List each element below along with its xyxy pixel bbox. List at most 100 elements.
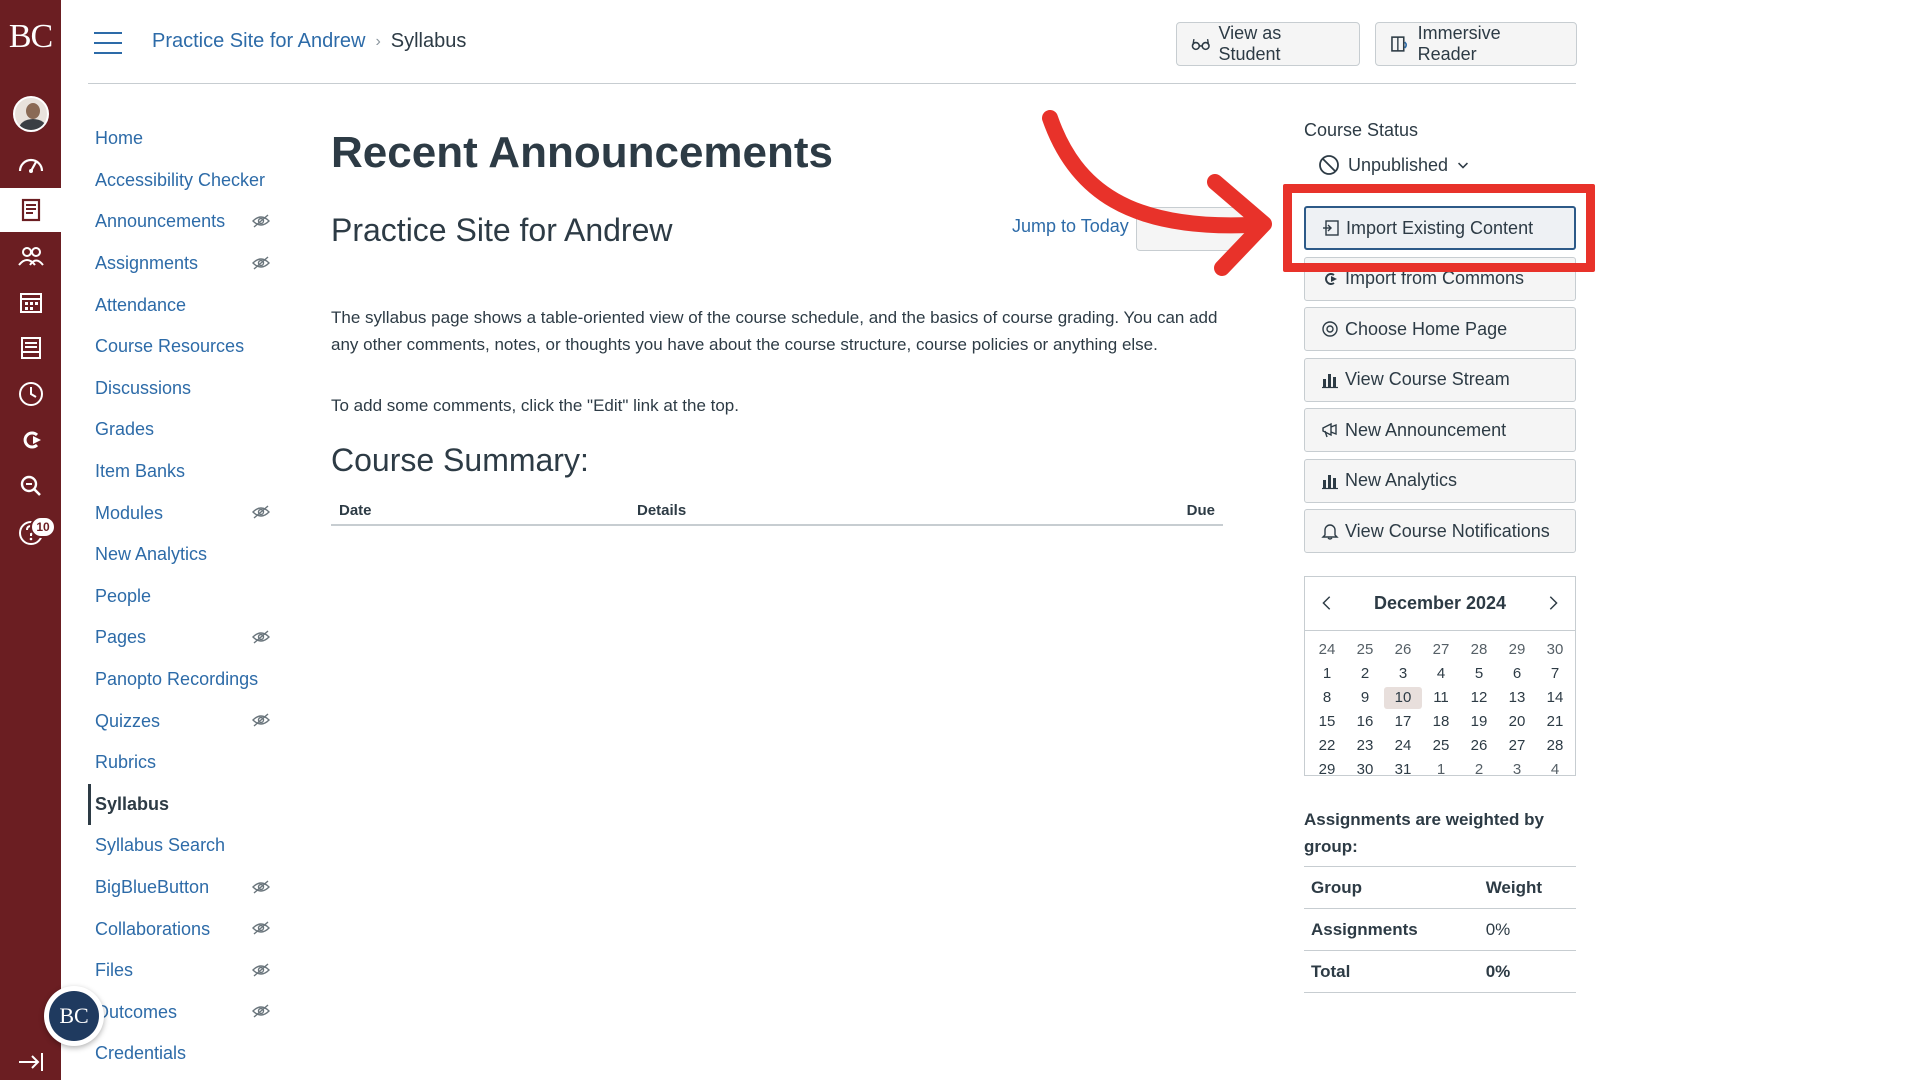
new-analytics-button[interactable]: New Analytics xyxy=(1304,458,1576,503)
calendar-day[interactable]: 3 xyxy=(1498,759,1536,781)
calendar-day[interactable]: 12 xyxy=(1460,687,1498,709)
calendar-day[interactable]: 4 xyxy=(1536,759,1574,781)
calendar-day[interactable]: 29 xyxy=(1498,639,1536,661)
speedometer-icon xyxy=(18,158,43,173)
calendar-day[interactable]: 22 xyxy=(1308,735,1346,757)
calendar-day[interactable]: 26 xyxy=(1460,735,1498,757)
course-nav-item-quizzes[interactable]: Quizzes xyxy=(88,700,288,742)
calendar-day[interactable]: 26 xyxy=(1384,639,1422,661)
calendar-day[interactable]: 29 xyxy=(1308,759,1346,781)
course-nav-item-collaborations[interactable]: Collaborations xyxy=(88,908,288,950)
calendar-day[interactable]: 27 xyxy=(1422,639,1460,661)
calendar-day[interactable]: 7 xyxy=(1536,663,1574,685)
calendar-day[interactable]: 16 xyxy=(1346,711,1384,733)
course-nav-item-discussions[interactable]: Discussions xyxy=(88,368,288,410)
calendar-day[interactable]: 24 xyxy=(1384,735,1422,757)
account-button[interactable] xyxy=(0,92,61,136)
immersive-reader-button[interactable]: Immersive Reader xyxy=(1375,22,1577,66)
choose-home-page-button[interactable]: Choose Home Page xyxy=(1304,307,1576,351)
calendar-day[interactable]: 18 xyxy=(1422,711,1460,733)
calendar-day[interactable]: 25 xyxy=(1422,735,1460,757)
calendar-day[interactable]: 15 xyxy=(1308,711,1346,733)
calendar-header: December 2024 xyxy=(1305,577,1575,631)
sidebar-button-label: Choose Home Page xyxy=(1345,318,1508,339)
bar-chart-icon xyxy=(1322,474,1338,489)
calendar-day[interactable]: 13 xyxy=(1498,687,1536,709)
calendar-day[interactable]: 4 xyxy=(1422,663,1460,685)
course-nav-item-syllabus-search[interactable]: Syllabus Search xyxy=(88,825,288,867)
calendar-day[interactable]: 3 xyxy=(1384,663,1422,685)
calendar-day[interactable]: 2 xyxy=(1460,759,1498,781)
calendar-icon xyxy=(19,293,42,313)
course-nav-item-syllabus[interactable]: Syllabus xyxy=(88,783,288,826)
prev-month-button[interactable] xyxy=(1313,589,1341,617)
course-nav-item-modules[interactable]: Modules xyxy=(88,492,288,534)
calendar-day[interactable]: 6 xyxy=(1498,663,1536,685)
calendar-day[interactable]: 2 xyxy=(1346,663,1384,685)
courses-button[interactable] xyxy=(0,188,61,232)
calendar-day[interactable]: 28 xyxy=(1460,639,1498,661)
course-nav-item-assignments[interactable]: Assignments xyxy=(88,243,288,285)
help-button[interactable]: 10 xyxy=(0,510,61,554)
history-button[interactable] xyxy=(0,372,61,416)
course-nav-item-pages[interactable]: Pages xyxy=(88,617,288,659)
course-nav-item-announcements[interactable]: Announcements xyxy=(88,201,288,243)
new-announcement-button[interactable]: New Announcement xyxy=(1304,408,1576,452)
view-course-notifications-button[interactable]: View Course Notifications xyxy=(1304,509,1576,553)
calendar-day-today[interactable]: 10 xyxy=(1384,687,1422,709)
calendar-button[interactable] xyxy=(0,280,61,324)
course-nav-item-home[interactable]: Home xyxy=(88,118,288,160)
next-month-button[interactable] xyxy=(1539,589,1567,617)
calendar-day[interactable]: 23 xyxy=(1346,735,1384,757)
breadcrumb-course-link[interactable]: Practice Site for Andrew xyxy=(152,30,365,53)
course-nav-item-item-banks[interactable]: Item Banks xyxy=(88,451,288,493)
calendar-day[interactable]: 31 xyxy=(1384,759,1422,781)
weights-header-row: Group Weight xyxy=(1304,866,1576,909)
search-button[interactable] xyxy=(0,464,61,508)
floating-help-button[interactable]: BC xyxy=(44,986,104,1046)
dashboard-button[interactable] xyxy=(0,142,61,186)
course-nav-item-bigbluebutton[interactable]: BigBlueButton xyxy=(88,867,288,909)
course-nav-item-grades[interactable]: Grades xyxy=(88,409,288,451)
course-nav-item-accessibility-checker[interactable]: Accessibility Checker xyxy=(88,160,288,202)
course-menu-toggle[interactable] xyxy=(94,32,122,54)
calendar-day[interactable]: 25 xyxy=(1346,639,1384,661)
course-nav-item-files[interactable]: Files xyxy=(88,950,288,992)
calendar-day[interactable]: 5 xyxy=(1460,663,1498,685)
calendar-day[interactable]: 9 xyxy=(1346,687,1384,709)
course-nav-item-outcomes[interactable]: Outcomes xyxy=(88,991,288,1033)
logo[interactable]: BC xyxy=(0,18,61,56)
view-as-student-button[interactable]: View as Student xyxy=(1176,22,1360,66)
course-nav: Home Accessibility Checker Announcements As… xyxy=(88,118,288,1080)
calendar-day[interactable]: 1 xyxy=(1308,663,1346,685)
inbox-button[interactable] xyxy=(0,326,61,370)
calendar-day[interactable]: 8 xyxy=(1308,687,1346,709)
view-course-stream-button[interactable]: View Course Stream xyxy=(1304,357,1576,402)
commons-button[interactable] xyxy=(0,418,61,462)
calendar-day[interactable]: 1 xyxy=(1422,759,1460,781)
course-nav-item-people[interactable]: People xyxy=(88,576,288,618)
calendar-day[interactable]: 28 xyxy=(1536,735,1574,757)
calendar-day[interactable]: 30 xyxy=(1536,639,1574,661)
course-nav-item-settings[interactable]: Settings xyxy=(88,1075,288,1080)
calendar-day[interactable]: 20 xyxy=(1498,711,1536,733)
calendar-day[interactable]: 24 xyxy=(1308,639,1346,661)
calendar-day[interactable]: 27 xyxy=(1498,735,1536,757)
calendar-day[interactable]: 19 xyxy=(1460,711,1498,733)
calendar-day[interactable]: 11 xyxy=(1422,687,1460,709)
calendar-day[interactable]: 21 xyxy=(1536,711,1574,733)
calendar-day[interactable]: 30 xyxy=(1346,759,1384,781)
groups-button[interactable] xyxy=(0,234,61,278)
course-nav-item-panopto-recordings[interactable]: Panopto Recordings xyxy=(88,659,288,701)
course-nav-item-credentials[interactable]: Credentials xyxy=(88,1033,288,1075)
eye-slash-icon xyxy=(252,256,270,270)
calendar-day[interactable]: 17 xyxy=(1384,711,1422,733)
course-nav-label: Rubrics xyxy=(95,752,157,773)
collapse-nav-button[interactable] xyxy=(0,1040,61,1080)
course-nav-item-rubrics[interactable]: Rubrics xyxy=(88,742,288,784)
calendar-day[interactable]: 14 xyxy=(1536,687,1574,709)
course-status-dropdown[interactable]: Unpublished xyxy=(1318,154,1470,176)
course-nav-item-course-resources[interactable]: Course Resources xyxy=(88,326,288,368)
course-nav-item-attendance[interactable]: Attendance xyxy=(88,284,288,326)
course-nav-item-new-analytics[interactable]: New Analytics xyxy=(88,534,288,576)
